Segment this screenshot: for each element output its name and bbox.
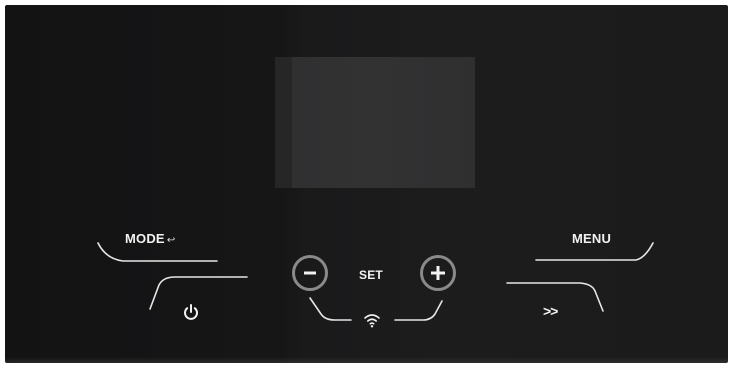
wifi-icon[interactable] (363, 312, 381, 328)
minus-button[interactable] (292, 255, 328, 291)
mode-button-label: MODE (125, 231, 165, 246)
control-panel: MODE ↩ MENU SET >> (5, 5, 728, 363)
menu-button[interactable]: MENU (572, 231, 611, 246)
plus-icon (431, 266, 445, 280)
plus-button[interactable] (420, 255, 456, 291)
forward-button[interactable]: >> (543, 303, 558, 319)
minus-icon (304, 271, 316, 275)
return-arrow-icon: ↩ (166, 235, 176, 246)
set-label: SET (359, 268, 383, 282)
mode-button[interactable]: MODE ↩ (125, 231, 175, 246)
display-screen (275, 57, 475, 188)
power-icon[interactable] (181, 302, 201, 322)
